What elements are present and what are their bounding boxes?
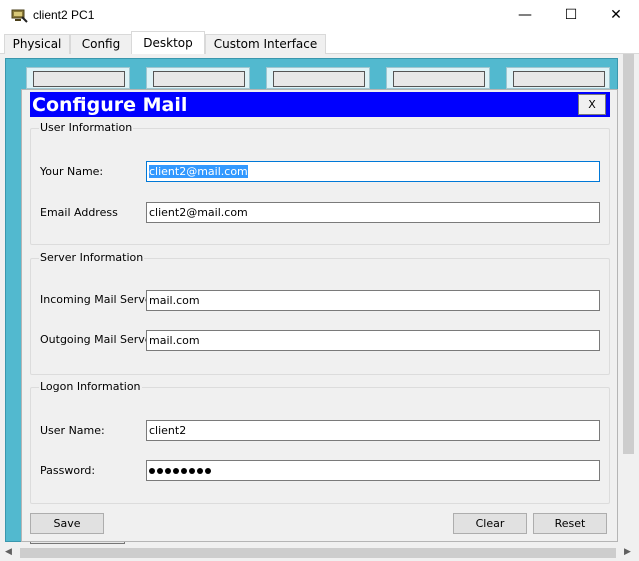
app-window-icon xyxy=(153,71,245,87)
vertical-scroll-thumb[interactable] xyxy=(623,54,634,454)
password-mask-dot xyxy=(149,468,155,474)
password-mask-dot xyxy=(197,468,203,474)
tab-custom-interface[interactable]: Custom Interface xyxy=(205,34,326,54)
app-window-icon xyxy=(393,71,485,87)
password-mask-dot xyxy=(173,468,179,474)
user-name-label: User Name: xyxy=(40,424,105,437)
email-address-label: Email Address xyxy=(40,206,118,219)
packet-tracer-pc-icon xyxy=(10,7,28,23)
password-mask-dot xyxy=(205,468,211,474)
group-title: Server Information xyxy=(39,251,145,264)
close-window-button[interactable]: ✕ xyxy=(593,0,639,31)
dialog-close-button[interactable]: X xyxy=(578,94,606,115)
dialog-title: Configure Mail xyxy=(32,94,188,116)
desktop-app-icon[interactable] xyxy=(146,67,250,89)
group-title: Logon Information xyxy=(39,380,142,393)
tab-physical[interactable]: Physical xyxy=(4,34,70,54)
incoming-mail-server-label: Incoming Mail Server xyxy=(40,293,157,306)
window-title: client2 PC1 xyxy=(33,8,95,22)
desktop-app-icon[interactable] xyxy=(266,67,370,89)
scroll-right-icon[interactable]: ▶ xyxy=(624,547,631,557)
app-window-icon xyxy=(33,71,125,87)
vertical-scrollbar[interactable] xyxy=(620,54,637,545)
tab-bar: Physical Config Desktop Custom Interface xyxy=(0,31,639,54)
incoming-mail-server-field[interactable]: mail.com xyxy=(146,290,600,311)
password-mask-dot xyxy=(181,468,187,474)
your-name-field[interactable]: client2@mail.com xyxy=(146,161,600,182)
minimize-button[interactable]: — xyxy=(502,0,548,31)
reset-button[interactable]: Reset xyxy=(533,513,607,534)
password-mask-dot xyxy=(157,468,163,474)
group-title: User Information xyxy=(39,121,134,134)
your-name-value: client2@mail.com xyxy=(149,165,248,178)
outgoing-mail-server-field[interactable]: mail.com xyxy=(146,330,600,351)
scroll-left-icon[interactable]: ◀ xyxy=(5,547,12,557)
desktop-app-icon[interactable] xyxy=(506,67,610,89)
minimize-icon: — xyxy=(518,7,532,23)
desktop-app-icon[interactable] xyxy=(386,67,490,89)
your-name-label: Your Name: xyxy=(40,165,104,178)
password-mask-dot xyxy=(189,468,195,474)
horizontal-scrollbar[interactable]: ◀ ▶ xyxy=(0,545,639,561)
password-mask-dot xyxy=(165,468,171,474)
outgoing-mail-server-label: Outgoing Mail Server xyxy=(40,333,157,346)
maximize-icon: ☐ xyxy=(564,7,578,23)
configure-mail-dialog: Configure Mail X User Information Your N… xyxy=(21,89,618,542)
user-information-group: User Information Your Name: client2@mail… xyxy=(30,121,610,245)
app-window-icon xyxy=(513,71,605,87)
horizontal-scroll-thumb[interactable] xyxy=(20,548,616,558)
password-field[interactable] xyxy=(146,460,600,481)
save-button[interactable]: Save xyxy=(30,513,104,534)
server-information-group: Server Information Incoming Mail Server … xyxy=(30,251,610,375)
email-address-field[interactable]: client2@mail.com xyxy=(146,202,600,223)
dialog-header: Configure Mail X xyxy=(30,92,610,117)
logon-information-group: Logon Information User Name: client2 Pas… xyxy=(30,380,610,504)
maximize-button[interactable]: ☐ xyxy=(548,0,594,31)
desktop-app-icon[interactable] xyxy=(26,67,130,89)
tab-desktop[interactable]: Desktop xyxy=(131,31,205,54)
user-name-field[interactable]: client2 xyxy=(146,420,600,441)
password-label: Password: xyxy=(40,464,96,477)
title-bar: client2 PC1 — ☐ ✕ xyxy=(0,0,639,31)
clear-button[interactable]: Clear xyxy=(453,513,527,534)
close-icon: ✕ xyxy=(610,7,622,23)
tab-config[interactable]: Config xyxy=(70,34,132,54)
app-window-icon xyxy=(273,71,365,87)
